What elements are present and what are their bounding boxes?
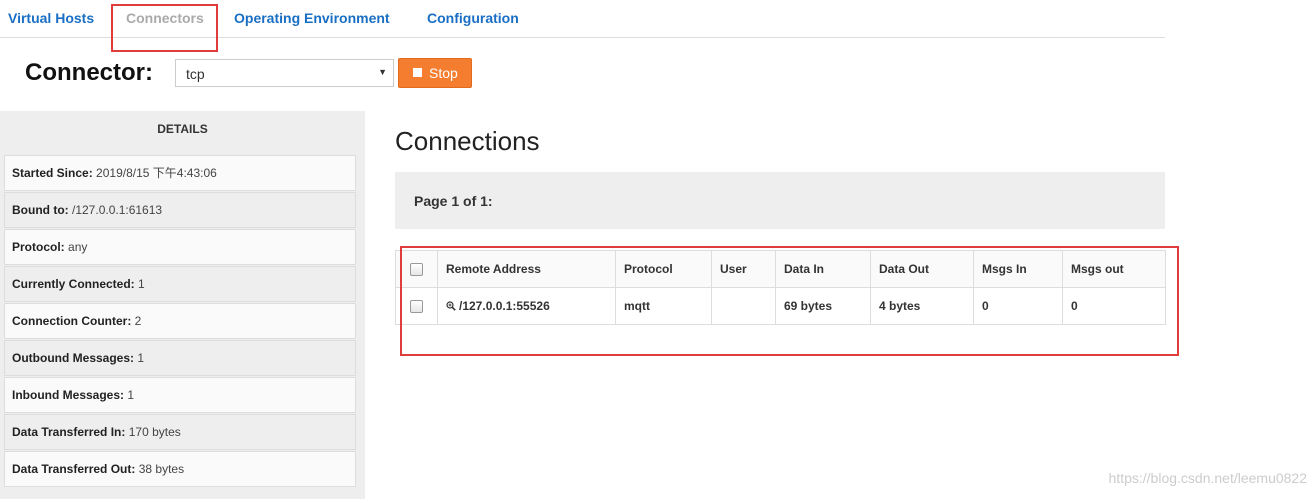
- cell-msgs-in: 0: [973, 287, 1063, 325]
- detail-key: Bound to:: [12, 203, 69, 217]
- detail-value: 38 bytes: [138, 462, 185, 476]
- watermark: https://blog.csdn.net/leemu0822: [1108, 470, 1307, 486]
- detail-row-data-transferred-in: Data Transferred In: 170 bytes: [4, 414, 356, 450]
- details-header: DETAILS: [157, 122, 208, 136]
- detail-key: Data Transferred In:: [12, 425, 126, 439]
- connector-select[interactable]: tcp ▼: [175, 59, 394, 87]
- select-all-checkbox[interactable]: [410, 263, 423, 277]
- detail-key: Inbound Messages:: [12, 388, 125, 402]
- page-indicator: Page 1 of 1:: [414, 193, 493, 209]
- tab-operating-environment[interactable]: Operating Environment: [234, 10, 390, 26]
- detail-value: 1: [138, 277, 145, 291]
- cell-data-in: 69 bytes: [775, 287, 871, 325]
- detail-key: Data Transferred Out:: [12, 462, 136, 476]
- caret-down-icon: ▼: [378, 67, 387, 77]
- column-header-msgs-in[interactable]: Msgs In: [973, 250, 1063, 288]
- row-select-checkbox[interactable]: [410, 300, 423, 314]
- remote-address-link[interactable]: /127.0.0.1:55526: [459, 299, 550, 313]
- detail-value: 2019/8/15 下午4:43:06: [96, 166, 217, 180]
- row-select-cell: [395, 287, 438, 325]
- column-header-msgs-out[interactable]: Msgs out: [1062, 250, 1166, 288]
- tab-virtual-hosts[interactable]: Virtual Hosts: [8, 10, 94, 26]
- connections-table: Remote Address Protocol User Data In Dat…: [395, 250, 1166, 325]
- zoom-in-icon[interactable]: [446, 301, 456, 311]
- cell-msgs-out: 0: [1062, 287, 1166, 325]
- cell-data-out: 4 bytes: [870, 287, 974, 325]
- column-header-data-out[interactable]: Data Out: [870, 250, 974, 288]
- table-row: /127.0.0.1:55526 mqtt 69 bytes 4 bytes 0…: [395, 287, 1166, 325]
- detail-row-currently-connected: Currently Connected: 1: [4, 266, 356, 302]
- detail-row-outbound-messages: Outbound Messages: 1: [4, 340, 356, 376]
- cell-remote-address: /127.0.0.1:55526: [437, 287, 616, 325]
- detail-row-protocol: Protocol: any: [4, 229, 356, 265]
- detail-value: any: [68, 240, 88, 254]
- detail-row-bound-to: Bound to: /127.0.0.1:61613: [4, 192, 356, 228]
- detail-key: Outbound Messages:: [12, 351, 135, 365]
- detail-row-data-transferred-out: Data Transferred Out: 38 bytes: [4, 451, 356, 487]
- stop-icon: [413, 68, 422, 77]
- column-header-remote-address[interactable]: Remote Address: [437, 250, 616, 288]
- detail-value: 170 bytes: [128, 425, 181, 439]
- detail-value: /127.0.0.1:61613: [72, 203, 163, 217]
- detail-key: Connection Counter:: [12, 314, 132, 328]
- top-tab-bar: Virtual Hosts Connectors Operating Envir…: [0, 0, 1165, 38]
- column-header-data-in[interactable]: Data In: [775, 250, 871, 288]
- detail-row-started-since: Started Since: 2019/8/15 下午4:43:06: [4, 155, 356, 191]
- stop-button[interactable]: Stop: [398, 58, 472, 88]
- column-header-protocol[interactable]: Protocol: [615, 250, 712, 288]
- stop-button-label: Stop: [429, 65, 458, 81]
- tab-configuration[interactable]: Configuration: [427, 10, 519, 26]
- column-header-user[interactable]: User: [711, 250, 776, 288]
- cell-protocol: mqtt: [615, 287, 712, 325]
- detail-row-connection-counter: Connection Counter: 2: [4, 303, 356, 339]
- detail-key: Currently Connected:: [12, 277, 135, 291]
- detail-value: 1: [127, 388, 135, 402]
- connector-label: Connector:: [25, 59, 153, 86]
- table-header-row: Remote Address Protocol User Data In Dat…: [395, 250, 1166, 288]
- detail-key: Protocol:: [12, 240, 65, 254]
- detail-value: 2: [134, 314, 142, 328]
- select-all-cell: [395, 250, 438, 288]
- connections-title: Connections: [395, 126, 540, 156]
- details-panel: DETAILS Started Since: 2019/8/15 下午4:43:…: [0, 111, 365, 499]
- detail-row-inbound-messages: Inbound Messages: 1: [4, 377, 356, 413]
- pagination-bar: Page 1 of 1:: [395, 172, 1165, 229]
- detail-key: Started Since:: [12, 166, 93, 180]
- connector-select-value: tcp: [186, 66, 205, 82]
- detail-value: 1: [137, 351, 145, 365]
- cell-user: [711, 287, 776, 325]
- tab-connectors[interactable]: Connectors: [126, 10, 204, 26]
